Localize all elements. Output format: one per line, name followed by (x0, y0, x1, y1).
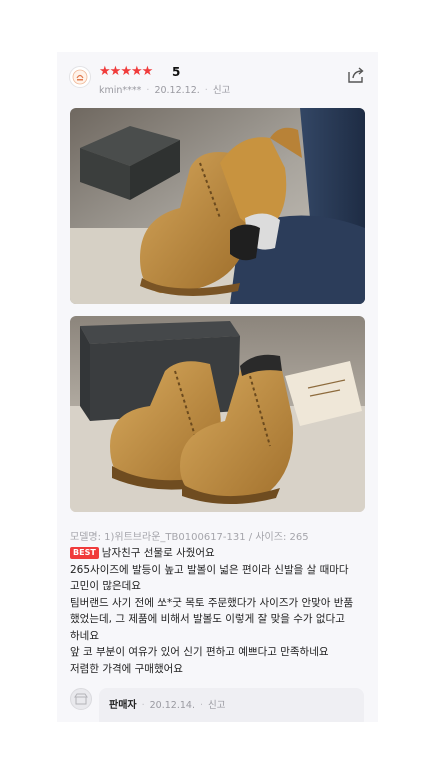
review-photo[interactable] (70, 316, 365, 512)
review-line: 저렴한 가격에 구매했어요 (70, 662, 183, 675)
best-badge: BEST (70, 547, 99, 559)
review-line: 앞 코 부분이 여유가 있어 신기 편하고 예쁘다고 만족하네요 (70, 646, 329, 658)
seller-reply: 판매자 · 20.12.14. · 신고 (70, 688, 378, 722)
author-name: kmin**** (99, 85, 142, 96)
rating-score: 5 (172, 65, 181, 79)
star-icon: ★ (109, 64, 122, 79)
avatar[interactable] (69, 66, 91, 88)
star-icon: ★ (141, 64, 154, 79)
star-icon: ★ (130, 64, 143, 79)
reply-report-link[interactable]: 신고 (208, 700, 225, 711)
review-photo[interactable] (70, 108, 365, 304)
store-icon (74, 693, 88, 705)
review-header: ★ ★ ★ ★ ★ 5 kmin**** · 20.12.12. · 신고 (69, 64, 366, 104)
report-link[interactable]: 신고 (213, 85, 230, 96)
rating-stars: ★ ★ ★ ★ ★ (99, 64, 154, 79)
review-line: 고민이 많은데요 (70, 580, 141, 592)
star-icon: ★ (99, 64, 111, 79)
review-line: 팀버랜드 사기 전에 쏘*굿 목토 주문했다가 사이즈가 안맞아 반품 (70, 596, 354, 609)
share-button[interactable] (346, 66, 366, 84)
seller-avatar (70, 688, 92, 710)
review-card: ★ ★ ★ ★ ★ 5 kmin**** · 20.12.12. · 신고 모델… (57, 52, 378, 722)
star-icon: ★ (120, 64, 132, 79)
review-line: 하네요 (70, 629, 99, 642)
reply-box: 판매자 · 20.12.14. · 신고 (99, 688, 364, 722)
boots-box-photo (70, 316, 365, 512)
review-meta: kmin**** · 20.12.12. · 신고 (99, 85, 231, 96)
boots-worn-photo (70, 108, 365, 304)
reply-date: 20.12.14. (149, 700, 195, 711)
review-date: 20.12.12. (154, 85, 200, 96)
seller-label: 판매자 (109, 700, 137, 711)
review-line: 265사이즈에 발등이 높고 발볼이 넓은 편이라 신발을 살 때마다 (70, 563, 349, 576)
review-line: 했었는데, 그 제품에 비해서 발볼도 이렇게 잘 맞을 수가 없다고 (70, 613, 345, 625)
reply-meta: 판매자 · 20.12.14. · 신고 (109, 700, 226, 711)
share-icon (348, 67, 364, 83)
model-info: 모델명: 1)위트브라운_TB0100617-131 / 사이즈: 265 (70, 532, 309, 543)
user-avatar-icon (72, 69, 88, 85)
review-line: 남자친구 선물로 사줬어요 (101, 547, 215, 559)
review-body: BEST 남자친구 선물로 사줬어요 265사이즈에 발등이 높고 발볼이 넓은 … (70, 545, 370, 677)
